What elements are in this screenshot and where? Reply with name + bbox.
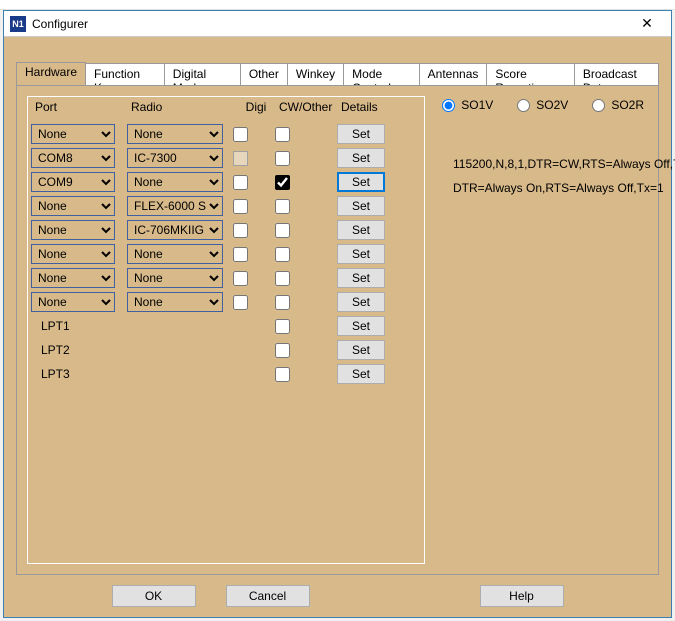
tab-antennas[interactable]: Antennas (420, 63, 488, 85)
cw-check-2[interactable] (275, 175, 290, 190)
radio-select-0[interactable]: None (127, 124, 223, 144)
lpt1-label: LPT1 (41, 319, 70, 333)
cw-check-6[interactable] (275, 271, 290, 286)
port-select-1[interactable]: COM8 (31, 148, 115, 168)
set-button-6[interactable]: Set (337, 268, 385, 288)
so2v-label: SO2V (536, 98, 568, 112)
so1v-radio[interactable] (442, 99, 455, 112)
tab-score-reporting[interactable]: Score Reporting (487, 63, 574, 85)
tab-broadcast-data[interactable]: Broadcast Data (575, 63, 659, 85)
set-button-2[interactable]: Set (337, 172, 385, 192)
tab-other[interactable]: Other (241, 63, 288, 85)
set-button-0[interactable]: Set (337, 124, 385, 144)
so2v-option[interactable]: SO2V (517, 98, 568, 112)
window-title: Configurer (32, 17, 629, 31)
detail-line-0 (453, 128, 675, 152)
so2r-label: SO2R (611, 98, 644, 112)
header-cw: CW/Other (275, 100, 337, 122)
cw-check-5[interactable] (275, 247, 290, 262)
port-select-3[interactable]: None (31, 196, 115, 216)
radio-select-7[interactable]: None (127, 292, 223, 312)
titlebar[interactable]: N1 Configurer ✕ (4, 11, 671, 37)
detail-line-5 (453, 248, 675, 272)
tab-mode-control[interactable]: Mode Control (344, 63, 420, 85)
port-select-2[interactable]: COM9 (31, 172, 115, 192)
radio-select-5[interactable]: None (127, 244, 223, 264)
so2v-radio[interactable] (517, 99, 530, 112)
header-digi: Digi (233, 100, 275, 122)
header-radio: Radio (127, 100, 233, 122)
tab-digital-modes[interactable]: Digital Modes (165, 63, 241, 85)
port-select-5[interactable]: None (31, 244, 115, 264)
detail-line-3 (453, 200, 675, 224)
cw-check-1[interactable] (275, 151, 290, 166)
radio-select-6[interactable]: None (127, 268, 223, 288)
digi-check-2[interactable] (233, 175, 248, 190)
so-mode-group: SO1V SO2V SO2R (442, 98, 644, 112)
radio-select-3[interactable]: FLEX-6000 Series (127, 196, 223, 216)
background-noise (0, 0, 675, 10)
tab-winkey[interactable]: Winkey (288, 63, 344, 85)
configurer-window: N1 Configurer ✕ Hardware Function Keys D… (3, 10, 672, 618)
ok-button[interactable]: OK (112, 585, 196, 607)
so2r-option[interactable]: SO2R (592, 98, 644, 112)
set-button-lpt3[interactable]: Set (337, 364, 385, 384)
digi-check-5[interactable] (233, 247, 248, 262)
tab-function-keys[interactable]: Function Keys (86, 63, 165, 85)
digi-check-0[interactable] (233, 127, 248, 142)
port-select-6[interactable]: None (31, 268, 115, 288)
port-select-0[interactable]: None (31, 124, 115, 144)
port-select-4[interactable]: None (31, 220, 115, 240)
tab-hardware[interactable]: Hardware (16, 62, 86, 85)
detail-line-7 (453, 296, 675, 320)
so2r-radio[interactable] (592, 99, 605, 112)
detail-line-2: DTR=Always On,RTS=Always Off,Tx=1 (453, 176, 675, 200)
set-button-4[interactable]: Set (337, 220, 385, 240)
digi-check-6[interactable] (233, 271, 248, 286)
cancel-button[interactable]: Cancel (226, 585, 310, 607)
tab-strip: Hardware Function Keys Digital Modes Oth… (16, 63, 659, 85)
port-select-7[interactable]: None (31, 292, 115, 312)
header-port: Port (31, 100, 127, 122)
set-button-5[interactable]: Set (337, 244, 385, 264)
digi-check-4[interactable] (233, 223, 248, 238)
detail-line-1: 115200,N,8,1,DTR=CW,RTS=Always Off,Tx=1 (453, 152, 675, 176)
app-logo-icon: N1 (10, 16, 26, 32)
cw-check-lpt1[interactable] (275, 319, 290, 334)
cw-check-0[interactable] (275, 127, 290, 142)
cw-check-3[interactable] (275, 199, 290, 214)
cw-check-4[interactable] (275, 223, 290, 238)
so1v-label: SO1V (461, 98, 493, 112)
set-button-lpt2[interactable]: Set (337, 340, 385, 360)
cw-check-lpt2[interactable] (275, 343, 290, 358)
cw-check-lpt3[interactable] (275, 367, 290, 382)
set-button-1[interactable]: Set (337, 148, 385, 168)
digi-check-1-disabled (233, 151, 248, 166)
detail-text-area: 115200,N,8,1,DTR=CW,RTS=Always Off,Tx=1 … (453, 128, 675, 320)
lpt3-label: LPT3 (41, 367, 70, 381)
set-button-lpt1[interactable]: Set (337, 316, 385, 336)
so1v-option[interactable]: SO1V (442, 98, 493, 112)
lpt2-label: LPT2 (41, 343, 70, 357)
detail-line-4 (453, 224, 675, 248)
header-details: Details (337, 100, 401, 122)
radio-select-4[interactable]: IC-706MKIIG (127, 220, 223, 240)
radio-select-2[interactable]: None (127, 172, 223, 192)
digi-check-7[interactable] (233, 295, 248, 310)
close-button[interactable]: ✕ (629, 14, 665, 34)
help-button[interactable]: Help (480, 585, 564, 607)
detail-line-6 (453, 272, 675, 296)
set-button-3[interactable]: Set (337, 196, 385, 216)
dialog-footer: OK Cancel Help (4, 585, 671, 607)
radio-select-1[interactable]: IC-7300 (127, 148, 223, 168)
digi-check-3[interactable] (233, 199, 248, 214)
set-button-7[interactable]: Set (337, 292, 385, 312)
tab-body-hardware: SO1V SO2V SO2R Port N (16, 85, 659, 575)
cw-check-7[interactable] (275, 295, 290, 310)
